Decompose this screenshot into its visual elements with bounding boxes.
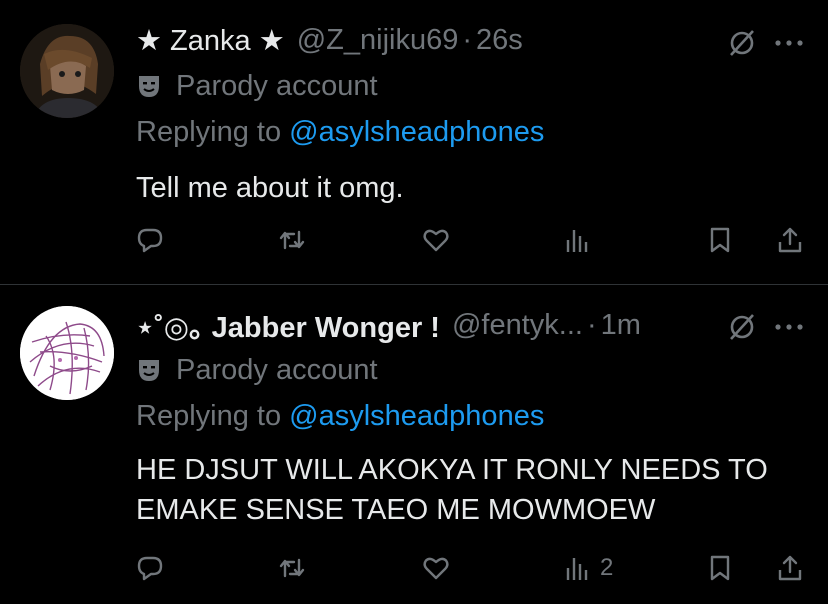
share-button[interactable]	[776, 222, 804, 258]
retweet-button[interactable]	[278, 550, 306, 586]
retweet-button[interactable]	[278, 222, 306, 258]
like-button[interactable]	[422, 550, 450, 586]
action-bar: 2	[0, 550, 828, 586]
views-count: 2	[600, 554, 614, 581]
replying-prefix: Replying to	[136, 116, 290, 148]
action-bar	[0, 222, 828, 258]
display-name[interactable]: ⋆˚◎｡ Jabber Wonger !	[136, 304, 440, 346]
more-icon[interactable]	[774, 38, 804, 48]
muted-icon[interactable]	[726, 26, 758, 58]
bookmark-button[interactable]	[706, 550, 734, 586]
tweet-text: HE DJSUT WILL AKOKYA IT RONLY NEEDS TO E…	[136, 454, 768, 526]
comment-icon	[137, 228, 163, 253]
comment-icon	[137, 556, 163, 581]
more-icon[interactable]	[774, 322, 804, 332]
bookmark-icon	[710, 227, 730, 253]
share-button[interactable]	[776, 550, 804, 586]
avatar[interactable]	[20, 24, 114, 118]
mask-icon	[139, 76, 159, 97]
avatar-image	[20, 24, 114, 118]
parody-label: Parody account	[136, 68, 378, 104]
retweet-icon	[279, 558, 305, 578]
tweet-divider	[0, 284, 828, 285]
reply-button[interactable]	[136, 550, 164, 586]
user-handle[interactable]: @Z_nijiku69	[297, 24, 459, 57]
heart-icon	[423, 557, 449, 580]
timestamp[interactable]: 1m	[601, 309, 641, 342]
replying-prefix: Replying to	[136, 400, 290, 432]
mention-link[interactable]: @asylsheadphones	[289, 116, 544, 148]
bookmark-icon	[710, 555, 730, 581]
user-handle[interactable]: @fentyk...	[452, 309, 583, 342]
tweet-header: ⋆˚◎｡ Jabber Wonger ! @fentyk... · 1m	[136, 305, 641, 345]
retweet-icon	[279, 230, 305, 250]
replying-to: Replying to @asylsheadphones	[136, 116, 544, 149]
views-button[interactable]: 2	[564, 550, 613, 586]
views-button[interactable]	[564, 222, 600, 258]
separator-dot: ·	[586, 308, 597, 341]
separator-dot: ·	[462, 23, 473, 56]
replying-to: Replying to @asylsheadphones	[136, 400, 544, 433]
display-name[interactable]: ★ Zanka ★	[136, 23, 285, 58]
parody-text: Parody account	[176, 353, 378, 386]
tweet-header: ★ Zanka ★ @Z_nijiku69 · 26s	[136, 20, 523, 60]
mask-icon	[139, 360, 159, 381]
analytics-icon	[566, 230, 588, 252]
tweet[interactable]: ★ Zanka ★ @Z_nijiku69 · 26s Parody accou…	[0, 0, 828, 284]
share-icon	[778, 227, 802, 253]
analytics-icon	[566, 558, 588, 580]
timestamp[interactable]: 26s	[476, 24, 523, 57]
tweet-text: Tell me about it omg.	[136, 172, 404, 204]
heart-icon	[423, 229, 449, 252]
parody-text: Parody account	[176, 69, 378, 102]
parody-label: Parody account	[136, 352, 378, 388]
mention-link[interactable]: @asylsheadphones	[289, 400, 544, 432]
reply-button[interactable]	[136, 222, 164, 258]
share-icon	[778, 555, 802, 581]
muted-icon[interactable]	[726, 310, 758, 342]
avatar-image	[20, 306, 114, 400]
like-button[interactable]	[422, 222, 450, 258]
avatar[interactable]	[20, 306, 114, 400]
tweet[interactable]: ⋆˚◎｡ Jabber Wonger ! @fentyk... · 1m Par…	[0, 286, 828, 604]
bookmark-button[interactable]	[706, 222, 734, 258]
